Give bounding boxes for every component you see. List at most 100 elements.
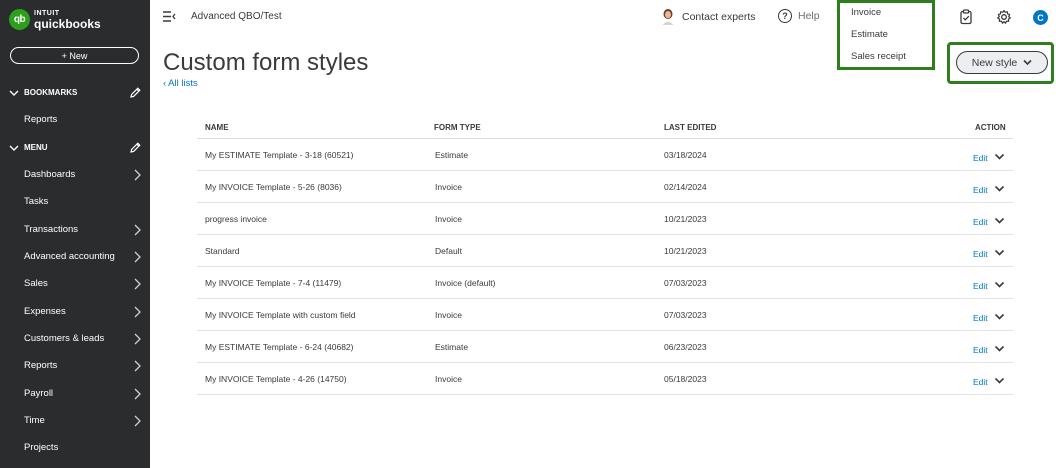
- cell-form-type: Default: [435, 246, 462, 256]
- edit-link[interactable]: Edit: [973, 377, 988, 387]
- cell-name: progress invoice: [205, 214, 267, 224]
- quickbooks-logo-icon: qb: [9, 9, 30, 30]
- cell-name: My INVOICE Template - 5-26 (8036): [205, 182, 342, 192]
- all-lists-link[interactable]: ‹ All lists: [163, 78, 198, 89]
- gear-icon[interactable]: [996, 9, 1012, 25]
- chevron-right-icon: [134, 360, 141, 372]
- cell-last-edited: 07/03/2023: [664, 278, 707, 288]
- sidebar-item-label: Sales: [24, 278, 48, 289]
- cell-last-edited: 02/14/2024: [664, 182, 707, 192]
- table-row: progress invoice Invoice 10/21/2023 Edit: [197, 203, 1013, 235]
- chevron-down-icon[interactable]: [994, 312, 1005, 322]
- quickbooks-logo[interactable]: qb INTUIT quickbooks: [9, 9, 101, 30]
- pencil-icon[interactable]: [129, 86, 142, 99]
- column-header-form-type[interactable]: FORM TYPE: [434, 123, 481, 132]
- chevron-down-icon: [9, 90, 19, 96]
- sidebar-item-time[interactable]: Time: [0, 410, 150, 432]
- column-header-name[interactable]: NAME: [205, 123, 229, 132]
- edit-link[interactable]: Edit: [973, 281, 988, 291]
- chevron-right-icon: [134, 388, 141, 400]
- sidebar-item-dashboards[interactable]: Dashboards: [0, 164, 150, 186]
- sidebar-item-transactions[interactable]: Transactions: [0, 219, 150, 241]
- edit-link[interactable]: Edit: [973, 345, 988, 355]
- chevron-down-icon[interactable]: [994, 376, 1005, 386]
- sidebar-item-projects[interactable]: Projects: [0, 437, 150, 459]
- help-button[interactable]: ? Help: [778, 9, 820, 23]
- cell-last-edited: 03/18/2024: [664, 150, 707, 160]
- contact-experts-label: Contact experts: [682, 11, 756, 23]
- column-header-action: ACTION: [975, 123, 1006, 132]
- chevron-down-icon[interactable]: [994, 216, 1005, 226]
- chevron-down-icon[interactable]: [994, 184, 1005, 194]
- sidebar-item-label: Transactions: [24, 224, 79, 235]
- edit-link[interactable]: Edit: [973, 217, 988, 227]
- cell-form-type: Invoice (default): [435, 278, 496, 288]
- all-lists-label: All lists: [168, 78, 198, 89]
- sidebar-item-sales[interactable]: Sales: [0, 273, 150, 295]
- chevron-down-icon: [1023, 59, 1032, 66]
- table-row: My ESTIMATE Template - 6-24 (40682) Esti…: [197, 331, 1013, 363]
- chevron-right-icon: [134, 169, 141, 181]
- chevron-left-icon: ‹: [163, 78, 167, 89]
- menu-item-sales-receipt[interactable]: Sales receipt: [851, 51, 906, 62]
- chevron-down-icon[interactable]: [994, 280, 1005, 290]
- new-style-button[interactable]: New style: [956, 51, 1048, 74]
- sidebar-item-reports[interactable]: Reports: [0, 355, 150, 377]
- pencil-icon[interactable]: [129, 141, 142, 154]
- cell-last-edited: 05/18/2023: [664, 374, 707, 384]
- new-style-label: New style: [971, 56, 1018, 69]
- table-row: My INVOICE Template with custom field In…: [197, 299, 1013, 331]
- sidebar-item-payroll[interactable]: Payroll: [0, 383, 150, 405]
- chevron-down-icon[interactable]: [994, 248, 1005, 258]
- edit-link[interactable]: Edit: [973, 153, 988, 163]
- column-header-last-edited[interactable]: LAST EDITED: [664, 123, 716, 132]
- user-avatar[interactable]: C: [1033, 10, 1048, 25]
- sidebar-item-label: Reports: [24, 114, 58, 125]
- sidebar-item-customers-leads[interactable]: Customers & leads: [0, 328, 150, 350]
- sidebar-item-label: Payroll: [24, 388, 54, 399]
- cell-last-edited: 10/21/2023: [664, 246, 707, 256]
- bookmarks-label: BOOKMARKS: [24, 88, 78, 97]
- sidebar-item-expenses[interactable]: Expenses: [0, 301, 150, 323]
- edit-link[interactable]: Edit: [973, 249, 988, 259]
- sidebar-item-bookmark-reports[interactable]: Reports: [0, 109, 150, 131]
- table-row: My INVOICE Template - 5-26 (8036) Invoic…: [197, 171, 1013, 203]
- cell-form-type: Estimate: [435, 150, 469, 160]
- menu-collapse-icon[interactable]: [162, 10, 176, 23]
- new-button[interactable]: + New: [10, 47, 139, 64]
- clipboard-icon[interactable]: [958, 9, 974, 25]
- sidebar: qb INTUIT quickbooks + New BOOKMARKS Rep…: [0, 0, 150, 468]
- sidebar-item-label: Expenses: [24, 306, 66, 317]
- sidebar-item-tasks[interactable]: Tasks: [0, 191, 150, 213]
- sidebar-item-advanced-accounting[interactable]: Advanced accounting: [0, 246, 150, 268]
- cell-name: My INVOICE Template with custom field: [205, 310, 356, 320]
- table-row: My INVOICE Template - 4-26 (14750) Invoi…: [197, 363, 1013, 395]
- menu-item-invoice[interactable]: Invoice: [851, 7, 881, 18]
- cell-form-type: Invoice: [435, 310, 462, 320]
- edit-link[interactable]: Edit: [973, 185, 988, 195]
- bookmarks-section-header[interactable]: BOOKMARKS: [0, 82, 150, 104]
- chevron-right-icon: [134, 278, 141, 290]
- edit-link[interactable]: Edit: [973, 313, 988, 323]
- chevron-down-icon[interactable]: [994, 152, 1005, 162]
- cell-name: My ESTIMATE Template - 3-18 (60521): [205, 150, 354, 160]
- sidebar-item-label: Reports: [24, 360, 58, 371]
- cell-form-type: Invoice: [435, 182, 462, 192]
- menu-item-estimate[interactable]: Estimate: [851, 29, 888, 40]
- chevron-down-icon: [9, 145, 19, 151]
- sidebar-item-label: Customers & leads: [24, 333, 105, 344]
- cell-form-type: Estimate: [435, 342, 469, 352]
- sidebar-item-label: Tasks: [24, 196, 49, 207]
- chevron-down-icon[interactable]: [994, 344, 1005, 354]
- cell-last-edited: 10/21/2023: [664, 214, 707, 224]
- contact-experts-button[interactable]: Contact experts: [661, 9, 756, 25]
- company-name: Advanced QBO/Test: [191, 11, 282, 22]
- cell-name: My INVOICE Template - 4-26 (14750): [205, 374, 347, 384]
- cell-name: Standard: [205, 246, 240, 256]
- new-style-dropdown-menu: Invoice Estimate Sales receipt: [837, 0, 935, 70]
- sidebar-item-label: Projects: [24, 442, 59, 453]
- cell-last-edited: 06/23/2023: [664, 342, 707, 352]
- menu-section-header[interactable]: MENU: [0, 137, 150, 159]
- table-row: Standard Default 10/21/2023 Edit: [197, 235, 1013, 267]
- cell-name: My INVOICE Template - 7-4 (11479): [205, 278, 342, 288]
